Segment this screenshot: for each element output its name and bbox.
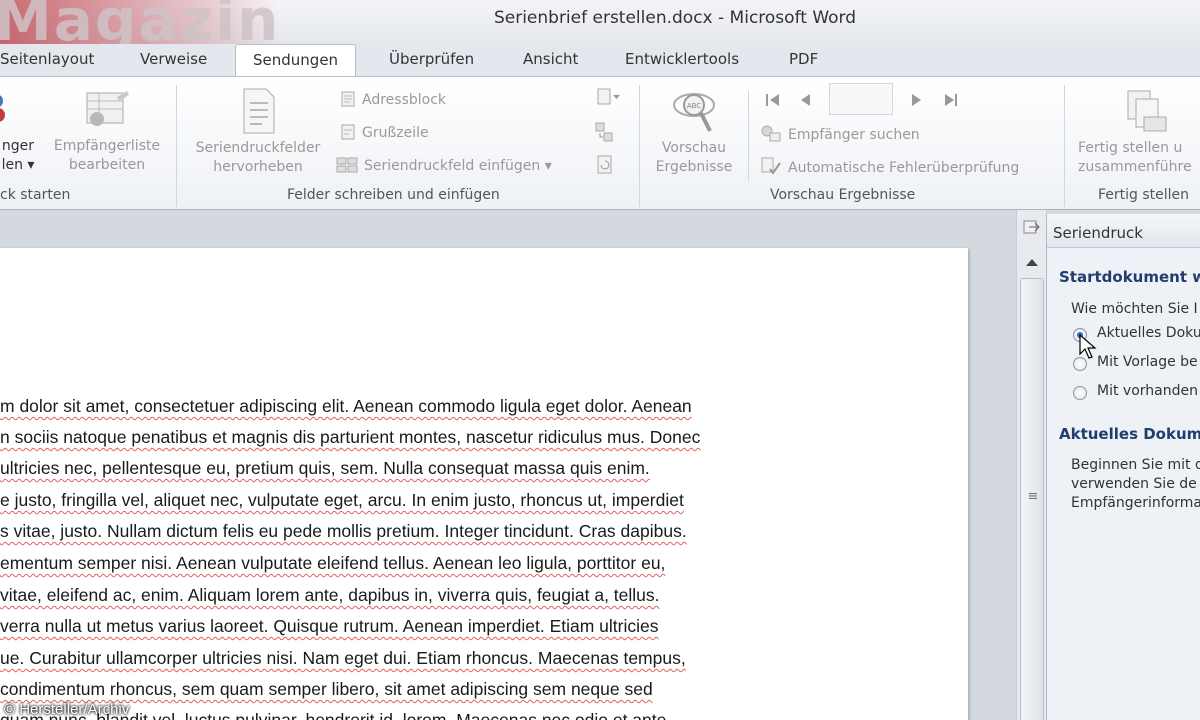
update-labels-icon[interactable] — [596, 155, 614, 179]
document-line: e justo, fringilla vel, aliquet nec, vul… — [0, 490, 684, 510]
radio-from-template[interactable] — [1073, 357, 1087, 371]
document-line: condimentum rhoncus, sem quam semper lib… — [0, 679, 653, 699]
edit-recipient-list-label1: Empfängerliste — [53, 138, 161, 154]
edit-recipient-list-label2: bearbeiten — [68, 157, 146, 173]
pane-description-line: Empfängerinforma — [1071, 495, 1200, 511]
recipients-icon — [0, 89, 20, 133]
finish-merge-label1: Fertig stellen u — [1078, 140, 1183, 156]
document-line: ementum semper nisi. Aenean vulputate el… — [0, 553, 666, 573]
radio-existing-document[interactable] — [1073, 386, 1087, 400]
greeting-line-button[interactable]: Grußzeile — [340, 124, 429, 141]
document-area: m dolor sit amet, consectetuer adipiscin… — [0, 210, 1016, 720]
rules-icon[interactable] — [596, 87, 622, 111]
match-fields-icon[interactable] — [594, 121, 614, 147]
highlight-merge-fields-label2: hervorheben — [213, 159, 303, 175]
next-record-icon[interactable] — [908, 91, 924, 113]
pane-question: Wie möchten Sie I — [1071, 301, 1198, 317]
pane-description-line: verwenden Sie de — [1071, 476, 1197, 492]
window-title: Serienbrief erstellen.docx - Microsoft W… — [493, 8, 857, 28]
tab-seitenlayout[interactable]: Seitenlayout — [0, 50, 94, 68]
find-recipient-label: Empfänger suchen — [788, 127, 920, 143]
find-recipient-button[interactable]: Empfänger suchen — [760, 124, 920, 143]
pane-title: Seriendruck — [1047, 214, 1200, 248]
address-block-button[interactable]: Adressblock — [340, 91, 446, 108]
check-errors-icon — [760, 157, 782, 175]
document-line: vitae, eleifend ac, enim. Aliquam lorem … — [0, 585, 660, 605]
finish-merge-label2: zusammenführe — [1078, 159, 1192, 175]
mail-merge-pane: Seriendruck Startdokument w Wie möchten … — [1046, 214, 1200, 720]
insert-field-icon — [336, 157, 358, 173]
preview-results-button[interactable]: ABC Vorschau Ergebnisse — [648, 87, 740, 177]
scroll-thumb[interactable]: ≡ — [1020, 278, 1044, 720]
preview-results-label2: Ergebnisse — [655, 159, 733, 175]
document-line: n sociis natoque penatibus et magnis dis… — [0, 427, 701, 447]
vertical-scrollbar[interactable]: ≡ — [1016, 210, 1046, 720]
greeting-line-label: Grußzeile — [362, 125, 429, 141]
insert-merge-field-label: Seriendruckfeld einfügen ▾ — [364, 158, 552, 174]
group-label-finish: Fertig stellen — [1098, 187, 1190, 203]
tab-ansicht[interactable]: Ansicht — [523, 50, 578, 68]
group-separator — [748, 91, 749, 181]
tab-entwicklertools[interactable]: Entwicklertools — [625, 50, 739, 68]
select-recipients-button[interactable]: nger len ▾ — [0, 89, 40, 175]
tab-pdf[interactable]: PDF — [789, 50, 818, 68]
copyright-notice: © Hersteller/Archiv — [4, 701, 130, 718]
document-page[interactable]: m dolor sit amet, consectetuer adipiscin… — [0, 248, 968, 720]
title-bar: Magazin Serienbrief erstellen.docx - Mic… — [0, 0, 1200, 44]
greeting-line-icon — [340, 124, 356, 140]
select-recipients-label2: len ▾ — [1, 157, 35, 173]
last-record-icon[interactable] — [942, 91, 960, 113]
group-label-start: ck starten — [0, 187, 71, 203]
tab-verweise[interactable]: Verweise — [140, 50, 207, 68]
group-separator — [639, 85, 640, 207]
scroll-up-icon[interactable] — [1021, 252, 1043, 272]
auto-check-errors-button[interactable]: Automatische Fehlerüberprüfung — [760, 157, 1019, 176]
svg-text:ABC: ABC — [687, 102, 701, 110]
document-line: s vitae, justo. Nullam dictum felis eu p… — [0, 521, 687, 541]
pane-description-line: Beginnen Sie mit d — [1071, 457, 1200, 473]
scroll-grip-icon: ≡ — [1027, 489, 1039, 504]
first-record-icon[interactable] — [764, 91, 782, 113]
finish-merge-button[interactable]: Fertig stellen u zusammenführe — [1078, 87, 1200, 177]
ribbon-tabs: Seitenlayout Verweise Sendungen Überprüf… — [0, 44, 1200, 77]
group-label-fields: Felder schreiben und einfügen — [287, 187, 500, 203]
edit-list-icon — [83, 89, 131, 133]
auto-check-errors-label: Automatische Fehlerüberprüfung — [788, 160, 1020, 176]
document-line: ultricies nec, pellentesque eu, pretium … — [0, 458, 650, 478]
address-block-icon — [340, 91, 356, 107]
find-recipient-icon — [760, 124, 782, 142]
highlight-merge-fields-label1: Seriendruckfelder — [195, 140, 321, 156]
group-separator — [1064, 85, 1065, 207]
tab-ueberpruefen[interactable]: Überprüfen — [389, 50, 474, 68]
pane-section-start-document: Startdokument w — [1059, 268, 1200, 286]
group-label-preview: Vorschau Ergebnisse — [770, 187, 916, 203]
insert-merge-field-button[interactable]: Seriendruckfeld einfügen ▾ — [336, 157, 552, 174]
highlight-merge-fields-button[interactable]: Seriendruckfelder hervorheben — [186, 87, 330, 177]
pane-section-current-document: Aktuelles Dokum — [1059, 425, 1200, 443]
finish-merge-icon — [1122, 87, 1170, 135]
group-separator — [176, 85, 177, 207]
edit-recipient-list-button[interactable]: Empfängerliste bearbeiten — [46, 89, 168, 175]
radio-label-from-template: Mit Vorlage be — [1097, 354, 1198, 370]
address-block-label: Adressblock — [362, 92, 447, 108]
document-line: m dolor sit amet, consectetuer adipiscin… — [0, 396, 692, 416]
record-number-input[interactable] — [829, 83, 893, 115]
ruler-toggle-icon[interactable] — [1021, 218, 1043, 238]
preview-magnifier-icon: ABC — [670, 87, 718, 135]
preview-results-label1: Vorschau — [661, 140, 727, 156]
radio-label-existing-document: Mit vorhanden — [1097, 383, 1198, 399]
previous-record-icon[interactable] — [798, 91, 814, 113]
document-line: ue. Curabitur ullamcorper ultricies nisi… — [0, 648, 686, 668]
ribbon: nger len ▾ Empfängerliste bearbeiten ck … — [0, 76, 1200, 210]
radio-label-current-document: Aktuelles Doku — [1097, 325, 1200, 341]
tab-sendungen[interactable]: Sendungen — [235, 44, 357, 77]
select-recipients-label1: nger — [1, 138, 35, 154]
document-line: verra nulla ut metus varius laoreet. Qui… — [0, 616, 659, 636]
highlight-fields-icon — [238, 87, 278, 135]
